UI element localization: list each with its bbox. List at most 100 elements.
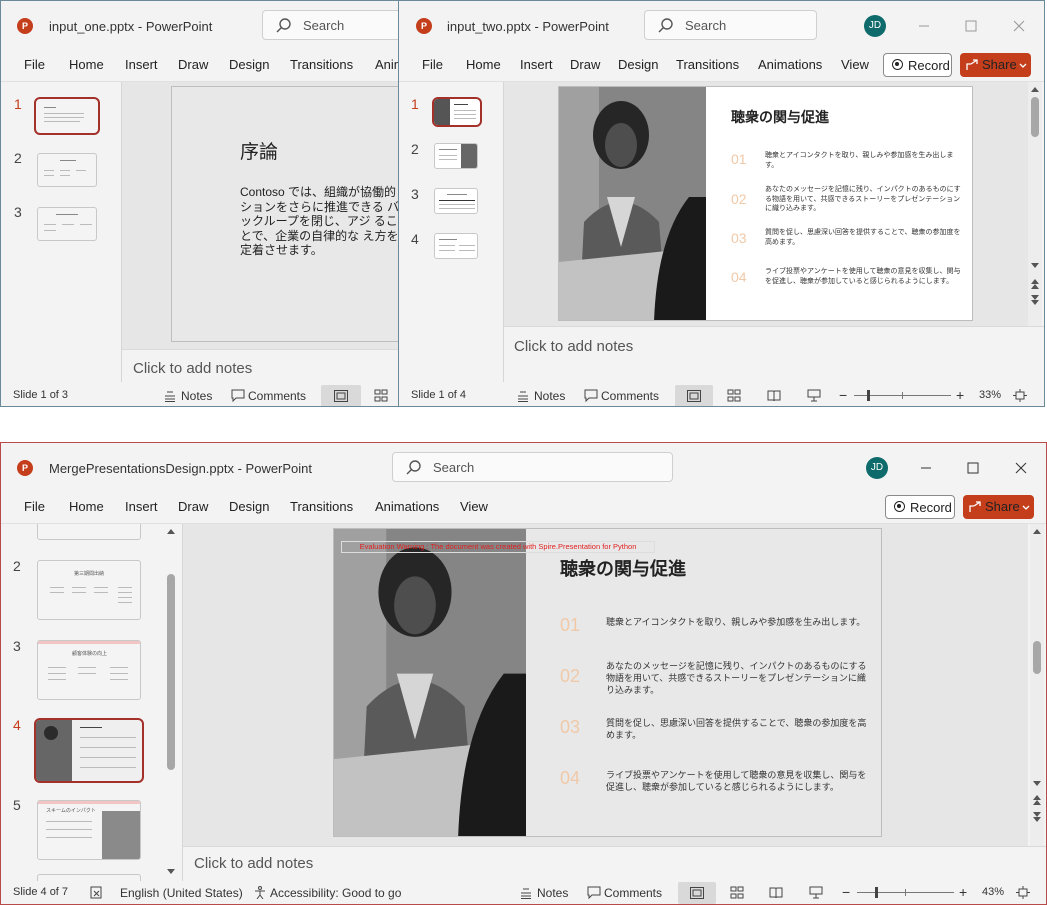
slide-thumbnail-1[interactable] <box>432 97 482 127</box>
slide-thumbnail-6[interactable] <box>37 874 141 881</box>
zoom-out-button[interactable]: − <box>839 387 847 403</box>
search-box[interactable]: Search <box>644 10 817 40</box>
maximize-icon[interactable] <box>965 460 981 476</box>
tab-insert[interactable]: Insert <box>520 57 553 72</box>
tab-home[interactable]: Home <box>466 57 501 72</box>
scroll-down-icon[interactable] <box>1030 262 1040 270</box>
close-icon[interactable] <box>1011 18 1027 34</box>
tab-design[interactable]: Design <box>618 57 658 72</box>
zoom-in-button[interactable]: + <box>956 387 964 403</box>
tab-file[interactable]: File <box>422 57 443 72</box>
zoom-slider-thumb[interactable] <box>875 887 878 898</box>
accessibility-status[interactable]: Accessibility: Good to go <box>270 886 401 900</box>
tab-draw[interactable]: Draw <box>570 57 600 72</box>
vertical-scrollbar[interactable] <box>1028 82 1042 326</box>
current-slide[interactable]: 序論 Contoso では、組織が協働的 ションをさらに推進できる バックループ… <box>171 86 399 342</box>
zoom-out-button[interactable]: − <box>842 884 850 900</box>
scroll-down-icon[interactable] <box>166 868 176 876</box>
slide-thumbnail-3[interactable] <box>434 188 478 214</box>
minimize-icon[interactable] <box>918 460 934 476</box>
zoom-slider[interactable] <box>857 887 954 898</box>
slide-thumbnail-1[interactable] <box>34 97 100 135</box>
comments-button[interactable]: Comments <box>604 886 662 900</box>
normal-view-button[interactable] <box>321 385 361 406</box>
slide-thumbnail-5[interactable]: スキームのインパクト <box>37 800 141 860</box>
next-slide-icon[interactable] <box>1032 811 1042 823</box>
tab-file[interactable]: File <box>24 499 45 514</box>
tab-view[interactable]: View <box>460 499 488 514</box>
tab-transitions[interactable]: Transitions <box>290 499 353 514</box>
tab-view[interactable]: View <box>841 57 869 72</box>
scroll-thumb[interactable] <box>1033 641 1041 674</box>
notes-button[interactable]: Notes <box>534 389 565 403</box>
slide-thumbnail-4[interactable] <box>434 233 478 259</box>
tab-file[interactable]: File <box>24 57 45 72</box>
slide-sorter-icon[interactable] <box>730 886 744 899</box>
slide-thumbnail-2[interactable] <box>37 153 97 187</box>
search-box[interactable]: Search <box>392 452 673 482</box>
slide-thumbnail-3[interactable] <box>37 207 97 241</box>
record-button[interactable]: Record <box>883 53 952 77</box>
comments-button[interactable]: Comments <box>248 389 306 403</box>
previous-slide-icon[interactable] <box>1032 794 1042 806</box>
next-slide-icon[interactable] <box>1030 294 1040 306</box>
maximize-icon[interactable] <box>963 18 979 34</box>
share-button[interactable]: Share <box>963 495 1034 519</box>
slideshow-icon[interactable] <box>807 389 821 402</box>
slideshow-icon[interactable] <box>809 886 823 899</box>
tab-transitions[interactable]: Transitions <box>290 57 353 72</box>
language-status[interactable]: English (United States) <box>120 886 243 900</box>
slide-thumbnail-2[interactable]: 第三期間出納 <box>37 560 141 620</box>
zoom-slider[interactable] <box>854 390 951 401</box>
tab-animations[interactable]: Anim <box>375 57 399 72</box>
vertical-scrollbar[interactable] <box>1030 524 1044 846</box>
notes-pane[interactable]: Click to add notes <box>504 326 1044 382</box>
fit-to-window-icon[interactable] <box>1016 886 1030 899</box>
reading-view-icon[interactable] <box>767 389 781 402</box>
minimize-icon[interactable] <box>916 18 932 34</box>
scroll-up-icon[interactable] <box>1030 85 1040 93</box>
zoom-level[interactable]: 33% <box>979 389 1001 401</box>
previous-slide-icon[interactable] <box>1030 278 1040 290</box>
zoom-slider-thumb[interactable] <box>867 390 870 401</box>
slide-thumbnail-1[interactable] <box>37 524 141 540</box>
tab-insert[interactable]: Insert <box>125 499 158 514</box>
notes-button[interactable]: Notes <box>181 389 212 403</box>
user-avatar[interactable]: JD <box>866 457 888 479</box>
record-button[interactable]: Record <box>885 495 955 519</box>
user-avatar[interactable]: JD <box>864 15 886 37</box>
tab-home[interactable]: Home <box>69 499 104 514</box>
spelling-check-icon[interactable] <box>90 886 104 899</box>
scroll-down-icon[interactable] <box>1032 780 1042 788</box>
scroll-thumb[interactable] <box>1031 97 1039 137</box>
slide-sorter-icon[interactable] <box>727 389 741 402</box>
scroll-thumb[interactable] <box>167 574 175 770</box>
search-box[interactable]: Search <box>262 10 399 40</box>
tab-insert[interactable]: Insert <box>125 57 158 72</box>
fit-to-window-icon[interactable] <box>1013 389 1027 402</box>
tab-design[interactable]: Design <box>229 499 269 514</box>
current-slide[interactable]: 聴衆の関与促進 01 聴衆とアイコンタクトを取り、親しみや参加感を生み出します。… <box>558 86 973 321</box>
tab-transitions[interactable]: Transitions <box>676 57 739 72</box>
tab-draw[interactable]: Draw <box>178 499 208 514</box>
reading-view-icon[interactable] <box>769 886 783 899</box>
thumbnail-scrollbar[interactable] <box>164 524 178 881</box>
notes-button[interactable]: Notes <box>537 886 568 900</box>
normal-view-button[interactable] <box>675 385 713 406</box>
current-slide[interactable]: Evaluation Warning : The document was cr… <box>333 528 882 837</box>
notes-pane[interactable]: Click to add notes <box>122 349 399 382</box>
tab-draw[interactable]: Draw <box>178 57 208 72</box>
zoom-level[interactable]: 43% <box>982 886 1004 898</box>
slide-sorter-icon[interactable] <box>374 389 388 402</box>
share-button[interactable]: Share <box>960 53 1031 77</box>
slide-thumbnail-2[interactable] <box>434 143 478 169</box>
zoom-in-button[interactable]: + <box>959 884 967 900</box>
slide-thumbnail-3[interactable]: 顧客体験の向上 <box>37 640 141 700</box>
tab-animations[interactable]: Animations <box>375 499 439 514</box>
normal-view-button[interactable] <box>678 882 716 904</box>
scroll-up-icon[interactable] <box>1032 527 1042 535</box>
comments-button[interactable]: Comments <box>601 389 659 403</box>
tab-home[interactable]: Home <box>69 57 104 72</box>
tab-design[interactable]: Design <box>229 57 269 72</box>
close-icon[interactable] <box>1013 460 1029 476</box>
